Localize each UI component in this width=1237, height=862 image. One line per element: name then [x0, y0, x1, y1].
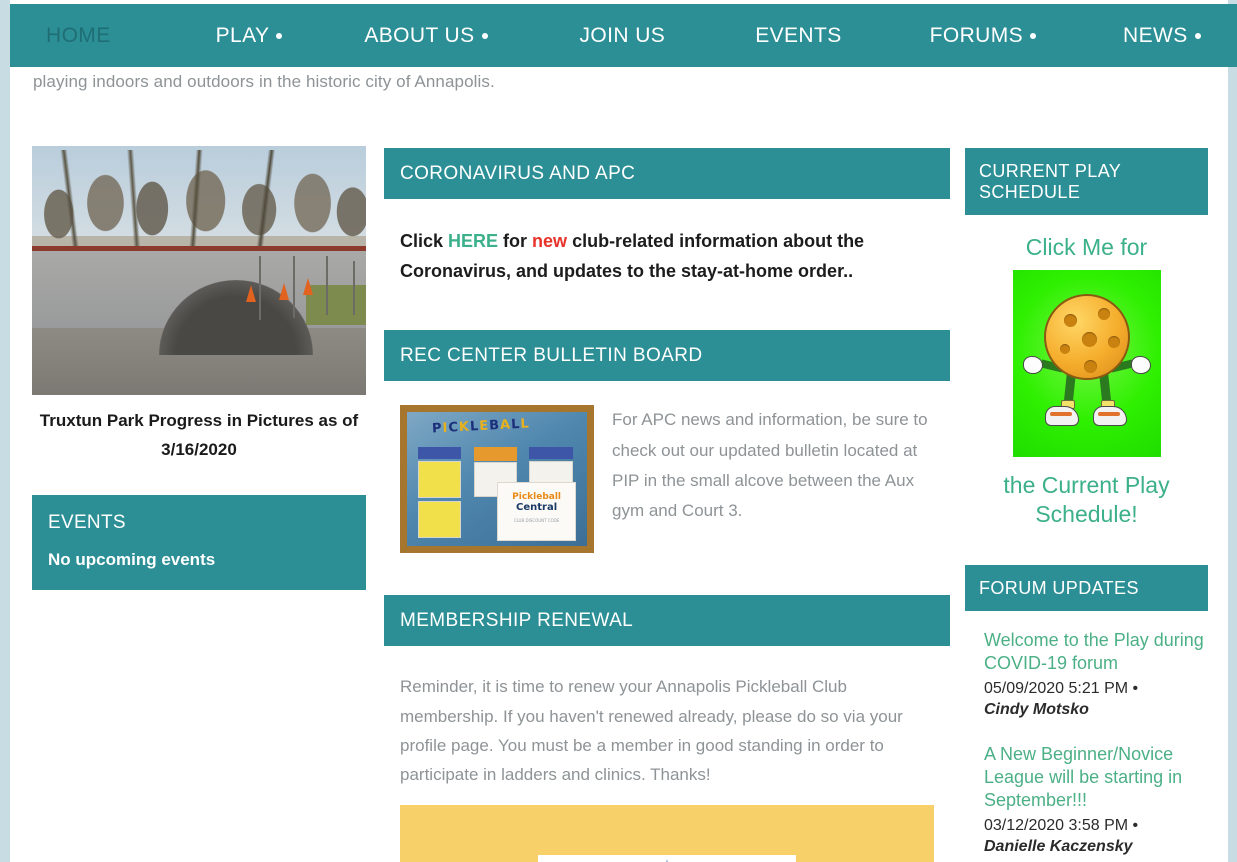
photo-traffic-cone	[245, 285, 256, 303]
forum-post-meta: 05/09/2020 5:21 PM •	[984, 679, 1139, 697]
forum-post-title[interactable]: Welcome to the Play during COVID-19 foru…	[984, 629, 1208, 675]
mascot-shoe-right	[1092, 405, 1127, 426]
photo-grass	[305, 285, 366, 326]
poster-line-3: CLUB DISCOUNT CODE	[513, 518, 560, 524]
dropdown-dot-icon	[1194, 32, 1201, 39]
forum-updates-panel-title: FORUM UPDATES	[965, 565, 1208, 612]
play-schedule-panel: CURRENT PLAY SCHEDULE Click Me for the C…	[965, 148, 1208, 528]
bulletin-board-word: PICKLEBALL	[431, 416, 530, 437]
photo-fence-post	[325, 255, 328, 316]
nav-label-join-us: JOIN US	[579, 23, 666, 47]
bulletin-board-photo: PICKLEBALL Pickleball Central CLUB DISCO…	[400, 405, 594, 554]
mascot-shoe-left	[1044, 405, 1079, 426]
forum-post-author: Cindy Motsko	[984, 701, 1089, 719]
nav-label-play: PLAY	[215, 23, 270, 47]
photo-traffic-cone	[279, 282, 290, 300]
intro-paragraph: playing indoors and outdoors in the hist…	[33, 72, 495, 91]
nav-item-home[interactable]: HOME	[46, 24, 111, 48]
forum-updates-panel: FORUM UPDATES Welcome to the Play during…	[965, 565, 1208, 862]
play-schedule-link-top[interactable]: Click Me for	[965, 233, 1208, 262]
photo-branches	[32, 150, 366, 260]
bulletin-flyer	[417, 460, 461, 499]
membership-panel-title: MEMBERSHIP RENEWAL	[384, 595, 950, 647]
nav-item-about-us[interactable]: ABOUT US	[364, 23, 488, 48]
main-navigation: HOME PLAY ABOUT US JOIN US EVENTS FORUMS…	[10, 4, 1237, 67]
pickleball-central-poster: Pickleball Central CLUB DISCOUNT CODE	[497, 482, 577, 541]
bulletin-board-panel: REC CENTER BULLETIN BOARD PICKLEBALL Pic…	[384, 330, 950, 554]
coronavirus-new-emphasis: new	[532, 231, 568, 251]
corona-text-2: for	[498, 231, 533, 251]
forum-post-author: Danielle Kaczensky	[984, 838, 1133, 856]
coronavirus-panel: CORONAVIRUS AND APC Click HERE for new c…	[384, 148, 950, 286]
nav-label-forums: FORUMS	[929, 23, 1024, 47]
center-column: CORONAVIRUS AND APC Click HERE for new c…	[384, 148, 950, 862]
nav-label-about-us: ABOUT US	[364, 23, 475, 47]
photo-fence-post	[292, 255, 295, 318]
dropdown-dot-icon	[1030, 32, 1037, 39]
dropdown-dot-icon	[276, 32, 283, 39]
flyer-header	[417, 447, 461, 460]
events-panel: EVENTS No upcoming events	[32, 494, 366, 590]
coronavirus-here-link[interactable]: HERE	[448, 231, 498, 251]
coronavirus-panel-title: CORONAVIRUS AND APC	[384, 148, 950, 199]
poster-line-1: Pickleball	[512, 492, 562, 503]
nav-item-forums[interactable]: FORUMS	[929, 23, 1037, 48]
membership-panel-body: Reminder, it is time to renew your Annap…	[400, 677, 903, 785]
membership-renewal-panel: MEMBERSHIP RENEWAL Reminder, it is time …	[384, 595, 950, 862]
left-column: Truxtun Park Progress in Pictures as of …	[32, 146, 366, 590]
ball-hole	[1107, 335, 1120, 348]
photo-caption: Truxtun Park Progress in Pictures as of …	[32, 407, 366, 465]
shoe-stripe	[1049, 411, 1072, 416]
events-empty-message: No upcoming events	[48, 549, 216, 569]
nav-item-play[interactable]: PLAY	[216, 24, 283, 48]
ball-hole	[1059, 343, 1070, 354]
ball-hole	[1063, 313, 1077, 327]
coronavirus-panel-body: Click HERE for new club-related informat…	[384, 199, 950, 286]
ball-hole	[1083, 359, 1097, 373]
truxtun-park-photo	[32, 146, 366, 395]
dropdown-dot-icon	[481, 32, 488, 39]
bulletin-board-surface: PICKLEBALL Pickleball Central CLUB DISCO…	[407, 412, 587, 547]
pickleball-mascot-icon[interactable]	[1012, 269, 1161, 457]
photo-traffic-cone	[302, 277, 313, 295]
bulletin-flyer	[417, 500, 461, 539]
photo-fence-post	[259, 255, 262, 321]
page-root: HOME PLAY ABOUT US JOIN US EVENTS FORUMS…	[0, 0, 1237, 862]
photo-caption-line-2: 3/16/2020	[161, 439, 237, 459]
photo-caption-line-1: Truxtun Park Progress in Pictures as of	[39, 411, 359, 430]
banner-inner-card	[538, 855, 796, 862]
nav-item-join-us[interactable]: JOIN US	[580, 24, 666, 48]
right-column: CURRENT PLAY SCHEDULE Click Me for the C…	[965, 148, 1208, 862]
mascot-hand-left	[1022, 355, 1043, 374]
events-panel-title: EVENTS	[48, 511, 126, 533]
forum-post-item: A New Beginner/Novice League will be sta…	[984, 743, 1208, 858]
nav-label-news: NEWS	[1123, 23, 1188, 47]
play-schedule-panel-title: CURRENT PLAY SCHEDULE	[965, 148, 1208, 215]
flyer-header	[473, 447, 517, 461]
play-schedule-link-bottom[interactable]: the Current Play Schedule!	[965, 471, 1208, 529]
nav-item-events[interactable]: EVENTS	[755, 24, 841, 48]
ball-hole	[1097, 307, 1110, 320]
bulletin-board-panel-title: REC CENTER BULLETIN BOARD	[384, 330, 950, 382]
forum-post-title[interactable]: A New Beginner/Novice League will be sta…	[984, 743, 1208, 813]
mascot-ball-body	[1043, 293, 1130, 380]
nav-label-events: EVENTS	[755, 23, 842, 47]
photo-fence-post	[352, 260, 355, 316]
poster-line-2: Central	[516, 502, 558, 514]
bulletin-board-content: PICKLEBALL Pickleball Central CLUB DISCO…	[384, 381, 950, 554]
bulletin-board-text: For APC news and information, be sure to…	[612, 410, 928, 521]
corona-text-1: Click	[400, 231, 449, 251]
flyer-header	[529, 447, 573, 460]
nav-item-news[interactable]: NEWS	[1123, 24, 1201, 48]
forum-post-item: Welcome to the Play during COVID-19 foru…	[984, 629, 1208, 721]
nav-label-home: HOME	[46, 23, 111, 47]
ball-hole	[1081, 331, 1097, 347]
forum-updates-list: Welcome to the Play during COVID-19 foru…	[965, 611, 1208, 862]
mascot-hand-right	[1130, 355, 1151, 374]
forum-post-meta: 03/12/2020 3:58 PM •	[984, 816, 1139, 834]
shoe-stripe	[1097, 411, 1120, 416]
membership-yellow-banner	[400, 805, 934, 862]
